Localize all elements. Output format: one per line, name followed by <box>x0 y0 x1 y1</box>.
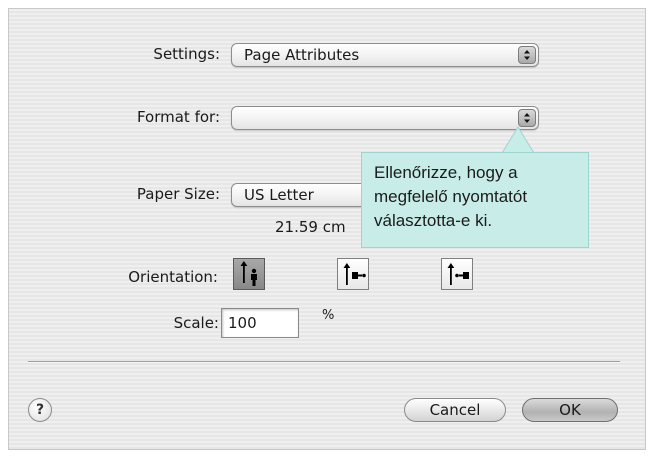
callout-pointer <box>501 126 535 154</box>
settings-popup[interactable]: Page Attributes <box>231 43 539 67</box>
scale-unit: % <box>322 308 335 323</box>
portrait-orientation-icon <box>240 261 257 286</box>
popup-arrows-icon <box>518 46 536 64</box>
settings-label: Settings: <box>153 45 220 63</box>
reverse-landscape-orientation-icon <box>447 263 469 285</box>
format-for-label: Format for: <box>136 108 220 126</box>
scale-input[interactable] <box>221 308 299 338</box>
ok-button[interactable]: OK <box>522 398 618 422</box>
popup-arrows-icon <box>518 109 536 127</box>
separator <box>28 361 620 363</box>
callout-line-1: Ellenőrizze, hogy a <box>374 163 518 182</box>
orientation-portrait-button[interactable] <box>233 258 265 290</box>
callout-line-3: választotta-e ki. <box>374 211 493 230</box>
settings-value: Page Attributes <box>244 46 360 64</box>
paper-size-label: Paper Size: <box>136 185 220 203</box>
paper-dimensions: 21.59 cm <box>275 218 346 236</box>
orientation-label: Orientation: <box>128 268 218 286</box>
help-button[interactable]: ? <box>28 398 52 422</box>
callout-line-2: megfelelő nyomtatót <box>374 187 528 206</box>
paper-size-value: US Letter <box>244 186 314 204</box>
cancel-button[interactable]: Cancel <box>404 398 506 422</box>
landscape-orientation-icon <box>343 263 366 285</box>
scale-label: Scale: <box>173 314 219 332</box>
orientation-landscape-button[interactable] <box>337 258 369 290</box>
annotation-callout: Ellenőrizze, hogy a megfelelő nyomtatót … <box>361 152 589 248</box>
orientation-reverse-landscape-button[interactable] <box>441 258 473 290</box>
